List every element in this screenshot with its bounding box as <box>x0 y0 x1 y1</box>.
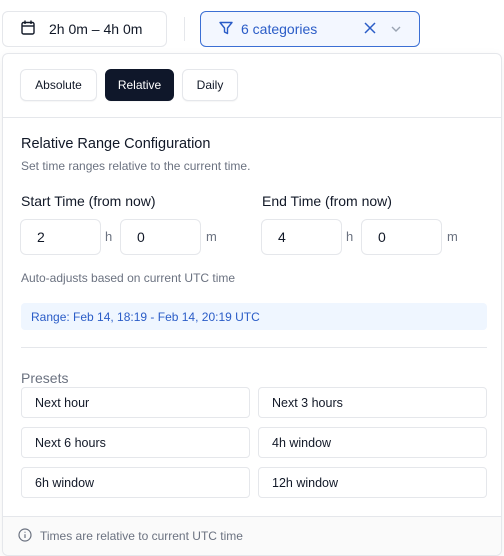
calendar-icon <box>21 20 35 38</box>
tabs-divider <box>3 117 501 118</box>
start-hours-unit: h <box>105 229 113 244</box>
presets-title: Presets <box>21 370 69 386</box>
tab-absolute[interactable]: Absolute <box>20 69 97 101</box>
mode-tabs: Absolute Relative Daily <box>20 69 238 101</box>
date-range-label: 2h 0m – 4h 0m <box>49 21 143 37</box>
end-time-label: End Time (from now) <box>262 193 392 209</box>
footer-text: Times are relative to current UTC time <box>40 529 243 543</box>
preset-next-3-hours[interactable]: Next 3 hours <box>258 387 487 418</box>
start-minutes-input[interactable]: 0 <box>120 219 201 255</box>
auto-adjust-note: Auto-adjusts based on current UTC time <box>21 271 236 285</box>
end-hours-input[interactable]: 4 <box>261 219 342 255</box>
category-filter-button[interactable]: 6 categories <box>200 11 420 47</box>
chevron-down-icon[interactable] <box>389 22 403 36</box>
info-icon <box>18 527 32 545</box>
tab-daily[interactable]: Daily <box>182 69 238 101</box>
toolbar: 2h 0m – 4h 0m 6 categories <box>0 0 504 58</box>
time-range-popover: Absolute Relative Daily Relative Range C… <box>2 53 502 556</box>
config-title: Relative Range Configuration <box>21 136 211 152</box>
category-filter-label: 6 categories <box>241 21 318 37</box>
preset-12h-window[interactable]: 12h window <box>258 467 487 498</box>
preset-next-6-hours[interactable]: Next 6 hours <box>21 427 250 458</box>
start-hours-input[interactable]: 2 <box>20 219 101 255</box>
start-time-label: Start Time (from now) <box>21 193 156 209</box>
range-summary: Range: Feb 14, 18:19 - Feb 14, 20:19 UTC <box>21 303 487 330</box>
preset-next-hour[interactable]: Next hour <box>21 387 250 418</box>
filter-icon <box>219 21 233 38</box>
footer: Times are relative to current UTC time <box>3 517 501 555</box>
tab-relative[interactable]: Relative <box>105 69 174 101</box>
preset-6h-window[interactable]: 6h window <box>21 467 250 498</box>
start-minutes-unit: m <box>206 229 217 244</box>
config-subtitle: Set time ranges relative to the current … <box>21 159 251 173</box>
date-range-button[interactable]: 2h 0m – 4h 0m <box>2 11 167 47</box>
end-hours-unit: h <box>346 229 354 244</box>
preset-4h-window[interactable]: 4h window <box>258 427 487 458</box>
toolbar-divider <box>184 17 185 41</box>
end-minutes-unit: m <box>447 229 458 244</box>
clear-filter-icon[interactable] <box>363 21 377 35</box>
end-minutes-input[interactable]: 0 <box>361 219 442 255</box>
section-divider <box>21 347 487 348</box>
